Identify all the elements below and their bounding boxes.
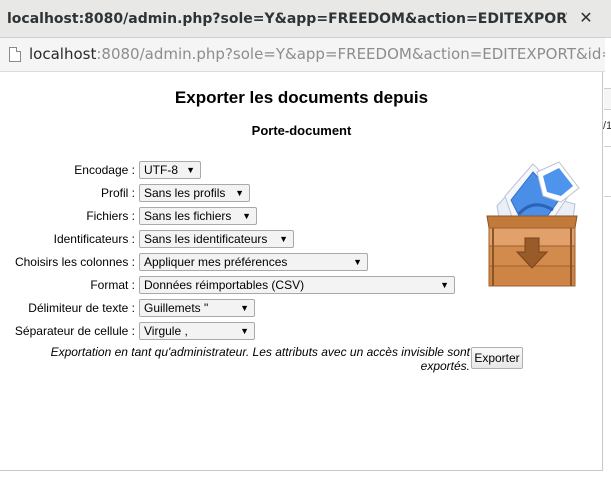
page-icon [9, 47, 21, 62]
encoding-select[interactable]: UTF-8 ▼ [139, 161, 201, 179]
chevron-down-icon: ▼ [242, 211, 251, 221]
chevron-down-icon: ▼ [279, 234, 288, 244]
page-subtitle: Porte-document [251, 123, 352, 138]
profile-label: Profil : [100, 186, 135, 200]
url-bar[interactable]: localhost:8080/admin.php?sole=Y&app=FREE… [0, 38, 605, 72]
cell-separator-select[interactable]: Virgule , ▼ [139, 322, 255, 340]
chevron-down-icon: ▼ [186, 165, 195, 175]
background-page-divider [604, 196, 611, 197]
export-note: Exportation en tant qu'administrateur. L… [50, 345, 470, 373]
columns-value: Appliquer mes préférences [144, 255, 288, 269]
files-label: Fichiers : [86, 209, 135, 223]
chevron-down-icon: ▼ [440, 280, 449, 290]
close-icon[interactable]: ✕ [577, 8, 595, 28]
url-path: :8080/admin.php?sole=Y&app=FREEDOM&actio… [96, 45, 605, 63]
chevron-down-icon: ▼ [353, 257, 362, 267]
cell-separator-value: Virgule , [144, 324, 188, 338]
encoding-value: UTF-8 [144, 163, 178, 177]
window-bottom-strip [0, 471, 611, 478]
window-titlebar: localhost:8080/admin.php?sole=Y&app=FREE… [0, 0, 611, 38]
background-page-field [604, 88, 611, 110]
files-select[interactable]: Sans les fichiers ▼ [139, 207, 257, 225]
chevron-down-icon: ▼ [235, 188, 244, 198]
identifiers-value: Sans les identificateurs [144, 232, 268, 246]
url-text[interactable]: localhost:8080/admin.php?sole=Y&app=FREE… [29, 45, 605, 63]
format-value: Données réimportables (CSV) [144, 278, 305, 292]
profile-select[interactable]: Sans les profils ▼ [139, 184, 250, 202]
columns-select[interactable]: Appliquer mes préférences ▼ [139, 253, 368, 271]
text-delimiter-select[interactable]: Guillemets " ▼ [139, 299, 255, 317]
encoding-label: Encodage : [74, 163, 135, 177]
chevron-down-icon: ▼ [240, 326, 249, 336]
files-value: Sans les fichiers [144, 209, 232, 223]
chevron-down-icon: ▼ [240, 303, 249, 313]
identifiers-select[interactable]: Sans les identificateurs ▼ [139, 230, 294, 248]
profile-value: Sans les profils [144, 186, 226, 200]
cell-separator-label: Séparateur de cellule : [14, 324, 135, 338]
background-page-text: /1 [603, 120, 611, 132]
background-page-strip [602, 72, 611, 478]
columns-label: Choisirs les colonnes : [14, 255, 135, 269]
export-button[interactable]: Exporter [471, 347, 523, 369]
url-host: localhost [29, 45, 97, 63]
text-delimiter-value: Guillemets " [144, 301, 209, 315]
format-select[interactable]: Données réimportables (CSV) ▼ [139, 276, 455, 294]
identifiers-label: Identificateurs : [53, 232, 135, 246]
text-delimiter-label: Délimiteur de texte : [28, 301, 135, 315]
background-page-divider [604, 146, 611, 147]
export-crate-icon [486, 161, 580, 287]
page-title: Exporter les documents depuis [174, 88, 429, 107]
window-title: localhost:8080/admin.php?sole=Y&app=FREE… [7, 11, 567, 27]
format-label: Format : [90, 278, 135, 292]
